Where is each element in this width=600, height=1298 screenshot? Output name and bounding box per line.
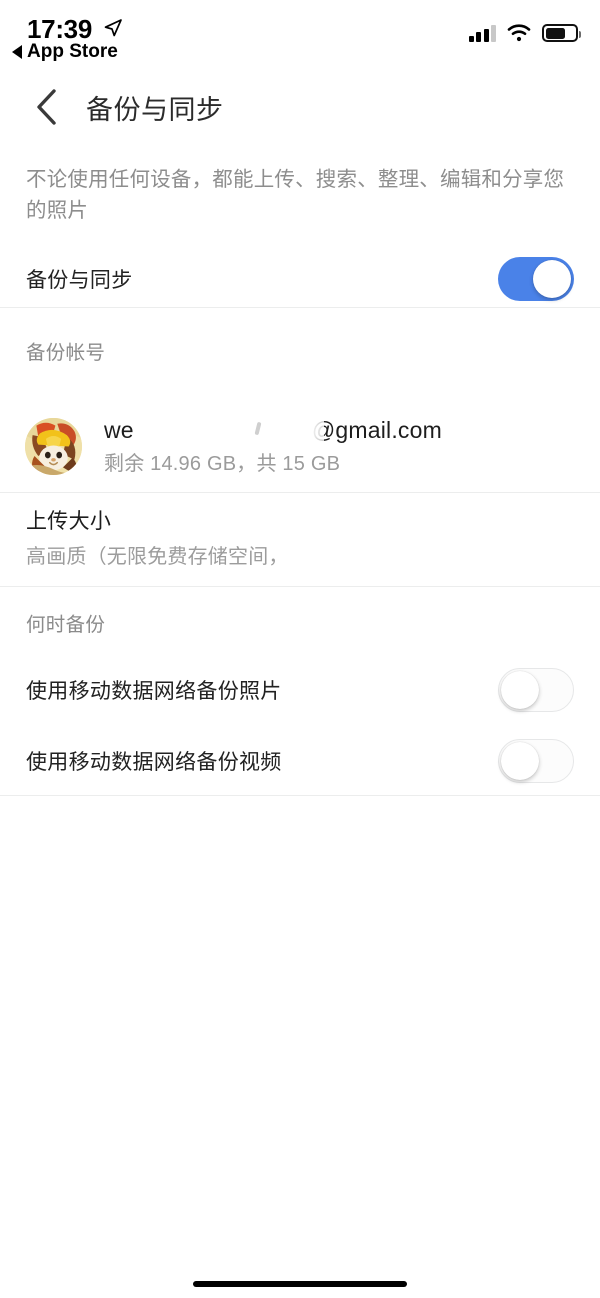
account-email-suffix: @gmail.com bbox=[311, 416, 442, 443]
upload-size-subtitle: 高画质（无限免费存储空间， bbox=[26, 546, 289, 568]
backup-sync-row[interactable]: 备份与同步 bbox=[0, 250, 600, 308]
toggle-knob bbox=[501, 742, 539, 780]
location-arrow-icon bbox=[104, 19, 122, 37]
battery-icon bbox=[542, 24, 581, 42]
divider bbox=[0, 307, 600, 308]
chevron-left-icon bbox=[37, 89, 56, 125]
backup-sync-label: 备份与同步 bbox=[26, 269, 133, 292]
divider bbox=[0, 586, 600, 587]
cellular-videos-row[interactable]: 使用移动数据网络备份视频 bbox=[0, 733, 600, 789]
upload-size-title: 上传大小 bbox=[26, 510, 112, 533]
cellular-videos-label: 使用移动数据网络备份视频 bbox=[26, 751, 282, 774]
back-triangle-icon bbox=[12, 45, 22, 59]
backup-sync-toggle[interactable] bbox=[498, 257, 574, 301]
cellular-photos-row[interactable]: 使用移动数据网络备份照片 bbox=[0, 662, 600, 718]
back-app-label: App Store bbox=[27, 41, 118, 62]
divider bbox=[0, 795, 600, 796]
cellular-photos-toggle[interactable] bbox=[498, 668, 574, 712]
home-indicator-bar[interactable] bbox=[193, 1281, 407, 1287]
backup-account-section-header: 备份帐号 bbox=[26, 342, 106, 364]
wifi-icon bbox=[507, 24, 531, 42]
cellular-videos-toggle[interactable] bbox=[498, 739, 574, 783]
user-avatar-image bbox=[25, 417, 82, 475]
toggle-knob bbox=[501, 671, 539, 709]
account-storage-text: 剩余 14.96 GB，共 15 GB bbox=[104, 452, 341, 475]
divider bbox=[0, 492, 600, 493]
page-description: 不论使用任何设备，都能上传、搜索、整理、编辑和分享您的照片 bbox=[26, 168, 565, 222]
account-email-prefix: we bbox=[104, 416, 134, 443]
account-row[interactable]: we @gmail.com 剩余 14.96 GB，共 15 GB bbox=[0, 400, 600, 492]
account-email: we @gmail.com bbox=[104, 417, 442, 443]
toggle-knob bbox=[533, 260, 571, 298]
back-button[interactable] bbox=[14, 75, 78, 139]
back-to-app-store-button[interactable]: App Store bbox=[12, 41, 118, 63]
app-screen: 17:39 App Store 备份与同步 不论使用任何设备，都能上传、搜索、整… bbox=[0, 0, 600, 1298]
account-text-block: we @gmail.com 剩余 14.96 GB，共 15 GB bbox=[104, 407, 442, 476]
cellular-photos-label: 使用移动数据网络备份照片 bbox=[26, 680, 282, 703]
upload-size-row[interactable]: 上传大小 高画质（无限免费存储空间， bbox=[26, 499, 600, 579]
status-indicators bbox=[468, 24, 581, 42]
status-bar: 17:39 App Store bbox=[0, 0, 600, 68]
navigation-bar: 备份与同步 bbox=[0, 68, 600, 146]
page-title: 备份与同步 bbox=[86, 94, 224, 125]
when-backup-section-header: 何时备份 bbox=[26, 614, 106, 636]
cellular-signal-icon bbox=[468, 24, 496, 42]
